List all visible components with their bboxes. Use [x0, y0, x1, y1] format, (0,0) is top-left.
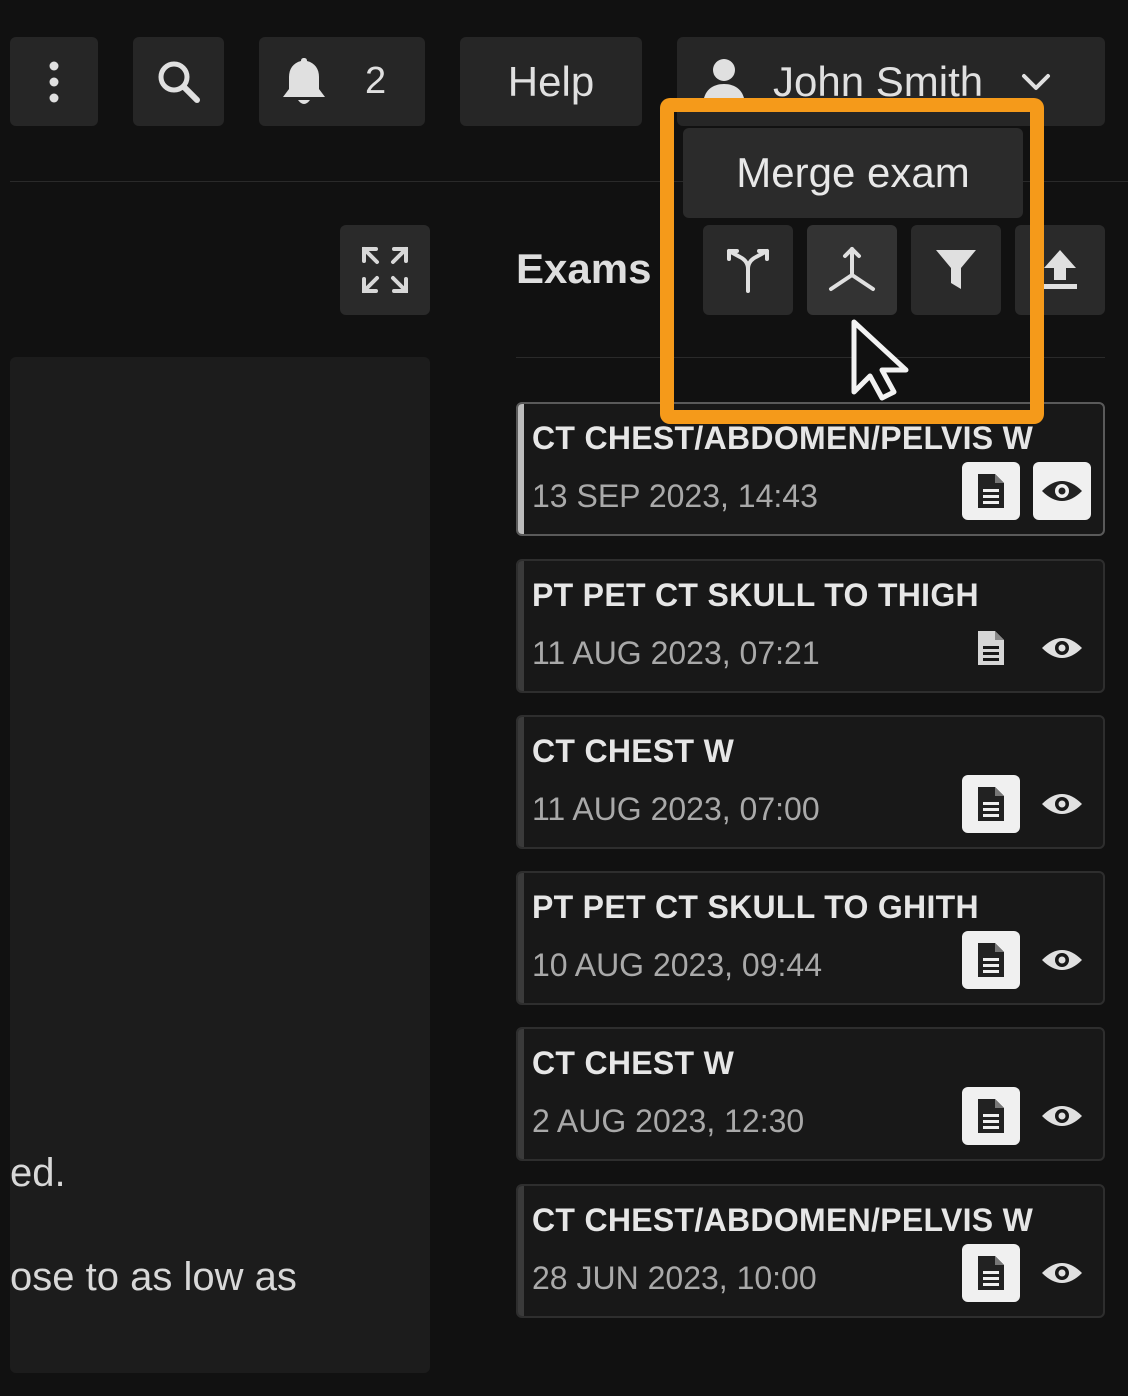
eye-icon: [1042, 1263, 1082, 1283]
view-button[interactable]: [1033, 1244, 1091, 1302]
exam-title: PT PET CT SKULL TO GHITH: [532, 889, 979, 925]
document-icon: [978, 1256, 1004, 1290]
vertical-dots-icon: [49, 61, 59, 102]
notification-count: 2: [365, 60, 387, 102]
merge-icon: [829, 247, 875, 291]
expand-icon: [362, 247, 408, 293]
eye-icon: [1042, 481, 1082, 501]
report-button[interactable]: [962, 775, 1020, 833]
user-icon: [703, 58, 745, 106]
document-icon: [978, 787, 1004, 821]
selection-indicator: [518, 873, 524, 1003]
exams-divider: [516, 357, 1105, 358]
help-button[interactable]: Help: [460, 37, 642, 126]
document-icon: [978, 631, 1004, 665]
exam-title: CT CHEST W: [532, 1045, 735, 1081]
user-menu-button[interactable]: John Smith: [677, 37, 1105, 126]
exam-title: CT CHEST/ABDOMEN/PELVIS W: [532, 420, 1034, 456]
filter-icon: [936, 250, 976, 289]
exam-card[interactable]: PT PET CT SKULL TO THIGH 11 AUG 2023, 07…: [516, 559, 1105, 693]
bell-icon: [283, 57, 325, 104]
view-button[interactable]: [1033, 1087, 1091, 1145]
document-icon: [978, 943, 1004, 977]
exam-date: 13 SEP 2023, 14:43: [532, 478, 818, 514]
exam-date: 11 AUG 2023, 07:21: [532, 635, 820, 671]
split-icon: [727, 249, 769, 293]
selection-indicator: [518, 1029, 524, 1159]
document-icon: [978, 1099, 1004, 1133]
exam-date: 28 JUN 2023, 10:00: [532, 1260, 817, 1296]
eye-icon: [1042, 1106, 1082, 1126]
chevron-down-icon: [1022, 73, 1051, 90]
more-menu-button[interactable]: [10, 37, 98, 126]
report-button[interactable]: [962, 462, 1020, 520]
exam-card[interactable]: CT CHEST W 11 AUG 2023, 07:00: [516, 715, 1105, 849]
exam-card[interactable]: PT PET CT SKULL TO GHITH 10 AUG 2023, 09…: [516, 871, 1105, 1005]
exam-card[interactable]: CT CHEST/ABDOMEN/PELVIS W 13 SEP 2023, 1…: [516, 402, 1105, 536]
exam-date: 2 AUG 2023, 12:30: [532, 1103, 805, 1139]
report-button[interactable]: [962, 1244, 1020, 1302]
filter-button[interactable]: [911, 225, 1001, 315]
exam-title: CT CHEST/ABDOMEN/PELVIS W: [532, 1202, 1034, 1238]
eye-icon: [1042, 794, 1082, 814]
upload-icon: [1043, 250, 1077, 289]
view-button[interactable]: [1033, 462, 1091, 520]
mouse-cursor-icon: [851, 319, 909, 401]
content-text-2: ose to as low as: [10, 1255, 297, 1299]
exam-card[interactable]: CT CHEST W 2 AUG 2023, 12:30: [516, 1027, 1105, 1161]
merge-exam-button[interactable]: [807, 225, 897, 315]
exam-card[interactable]: CT CHEST/ABDOMEN/PELVIS W 28 JUN 2023, 1…: [516, 1184, 1105, 1318]
exam-title: PT PET CT SKULL TO THIGH: [532, 577, 979, 613]
merge-exam-tooltip: Merge exam: [683, 128, 1023, 218]
search-button[interactable]: [133, 37, 224, 126]
eye-icon: [1042, 638, 1082, 658]
selection-indicator: [518, 717, 524, 847]
document-icon: [978, 474, 1004, 508]
content-panel: ed. ose to as low as: [10, 357, 430, 1373]
selection-indicator: [518, 404, 524, 534]
upload-button[interactable]: [1015, 225, 1105, 315]
exam-date: 11 AUG 2023, 07:00: [532, 791, 820, 827]
user-name: John Smith: [773, 57, 984, 105]
selection-indicator: [518, 561, 524, 691]
exams-title: Exams: [516, 245, 652, 292]
search-icon: [158, 61, 200, 103]
notifications-button[interactable]: 2: [259, 37, 425, 126]
expand-button[interactable]: [340, 225, 430, 315]
selection-indicator: [518, 1186, 524, 1316]
split-exam-button[interactable]: [703, 225, 793, 315]
report-button[interactable]: [962, 931, 1020, 989]
report-button[interactable]: [962, 1087, 1020, 1145]
view-button[interactable]: [1033, 931, 1091, 989]
eye-icon: [1042, 950, 1082, 970]
exam-date: 10 AUG 2023, 09:44: [532, 947, 822, 983]
exam-title: CT CHEST W: [532, 733, 735, 769]
view-button[interactable]: [1033, 619, 1091, 677]
content-text-1: ed.: [10, 1151, 66, 1195]
report-button[interactable]: [962, 619, 1020, 677]
view-button[interactable]: [1033, 775, 1091, 833]
